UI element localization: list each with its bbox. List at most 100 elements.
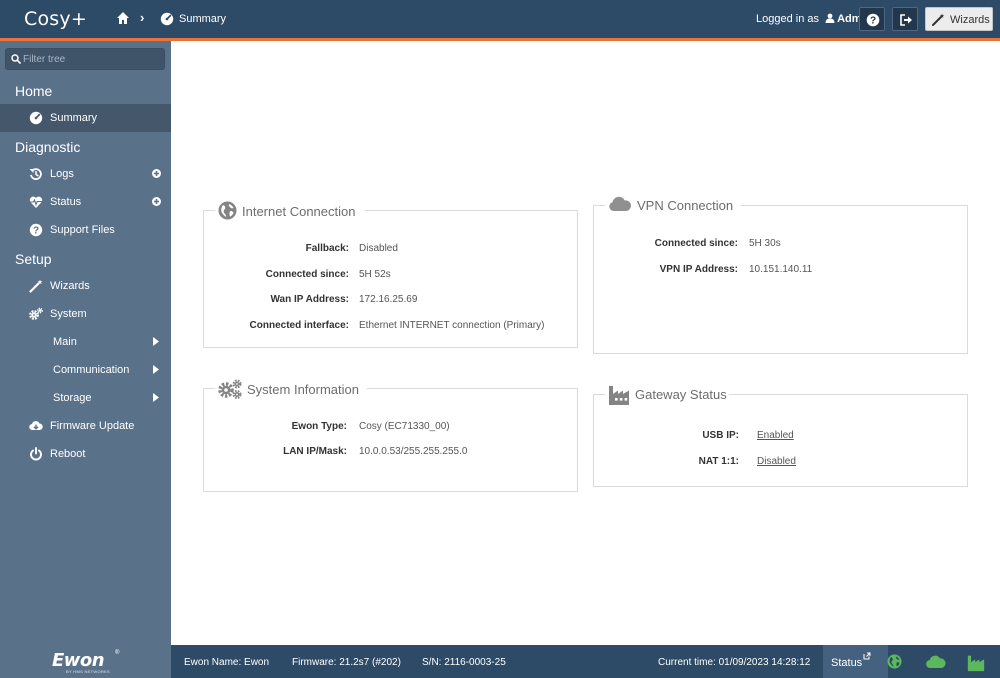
expand-plus-icon[interactable] xyxy=(152,197,161,206)
lan-ip-value: 10.0.0.53/255.255.255.0 xyxy=(359,446,468,457)
home-icon[interactable] xyxy=(116,11,130,25)
sidebar-item-summary-label: Summary xyxy=(50,112,98,124)
gateway-status-title: Gateway Status xyxy=(635,387,727,402)
sidebar-item-firmware-update-label: Firmware Update xyxy=(50,420,135,432)
wizards-button-label: Wizards xyxy=(950,14,990,26)
top-bar: Cosy+ › Summary Logged in as Adm ? Wizar… xyxy=(0,0,1000,38)
help-icon: ? xyxy=(866,13,880,27)
footer-status-label: Status xyxy=(831,657,863,669)
vpn-ip-key: VPN IP Address: xyxy=(659,264,738,275)
connected-interface-key: Connected interface: xyxy=(249,320,349,331)
usb-ip-link[interactable]: Enabled xyxy=(757,430,794,441)
fallback-key: Fallback: xyxy=(305,243,349,254)
sidebar-section-setup[interactable]: Setup xyxy=(0,245,171,273)
help-button[interactable]: ? xyxy=(859,7,885,31)
internet-connection-panel: Fallback: Disabled Connected since: 5H 5… xyxy=(203,210,578,348)
sidebar-item-status[interactable]: Status xyxy=(0,188,171,216)
ewon-type-key: Ewon Type: xyxy=(291,421,347,432)
vpn-ip-value: 10.151.140.11 xyxy=(749,264,813,275)
system-information-legend: System Information xyxy=(215,377,367,399)
ewon-logo-subtitle: BY HMS NETWORKS xyxy=(66,669,110,674)
sidebar-item-system[interactable]: System xyxy=(0,300,171,328)
status-footer: Ewon Name: Ewon Firmware: 21.2s7 (#202) … xyxy=(171,645,1000,678)
sidebar-subitem-storage-label: Storage xyxy=(53,392,92,404)
cloud-icon xyxy=(609,196,631,211)
connected-interface-value: Ethernet INTERNET connection (Primary) xyxy=(359,320,545,331)
ewon-type-value: Cosy (EC71330_00) xyxy=(359,421,450,432)
gauge-icon xyxy=(29,111,43,125)
breadcrumb-current[interactable]: Summary xyxy=(179,13,226,25)
sidebar-item-status-label: Status xyxy=(50,196,82,208)
filter-tree-input[interactable] xyxy=(23,51,161,67)
expand-plus-icon[interactable] xyxy=(152,169,161,178)
footer-current-time: Current time: 01/09/2023 14:28:12 xyxy=(658,657,811,668)
fallback-value: Disabled xyxy=(359,243,398,254)
caret-right-icon xyxy=(153,337,159,346)
wand-icon xyxy=(29,279,43,293)
gateway-status-panel: USB IP: Enabled NAT 1:1: Disabled xyxy=(593,394,968,487)
cloud-icon[interactable] xyxy=(926,654,946,669)
globe-icon[interactable] xyxy=(887,654,902,669)
logout-button[interactable] xyxy=(892,7,918,31)
sidebar: Home Summary Diagnostic Logs Status xyxy=(0,41,171,645)
footer-ewon-name: Ewon Name: Ewon xyxy=(184,657,270,668)
nat-key: NAT 1:1: xyxy=(698,456,739,467)
heartbeat-icon xyxy=(29,196,43,208)
question-circle-icon: ? xyxy=(29,223,43,237)
sidebar-item-reboot[interactable]: Reboot xyxy=(0,440,171,468)
internet-connection-title: Internet Connection xyxy=(242,204,356,219)
sidebar-section-diagnostic[interactable]: Diagnostic xyxy=(0,133,171,161)
system-information-title: System Information xyxy=(247,382,359,397)
sidebar-item-logs-label: Logs xyxy=(50,168,74,180)
cloud-download-icon xyxy=(29,421,43,431)
wizards-button[interactable]: Wizards xyxy=(925,7,993,31)
vpn-connection-panel: Connected since: 5H 30s VPN IP Address: … xyxy=(593,205,968,354)
sidebar-item-support-files[interactable]: ? Support Files xyxy=(0,216,171,244)
footer-firmware: Firmware: 21.2s7 (#202) xyxy=(292,657,401,668)
logged-in-user: Adm xyxy=(837,13,862,25)
caret-right-icon xyxy=(153,393,159,402)
wan-ip-value: 172.16.25.69 xyxy=(359,294,418,305)
connected-since-value: 5H 52s xyxy=(359,269,391,280)
vpn-connection-title: VPN Connection xyxy=(637,198,734,213)
gateway-status-legend: Gateway Status xyxy=(605,382,729,405)
wand-icon xyxy=(932,13,945,26)
filter-tree xyxy=(5,48,165,70)
caret-right-icon xyxy=(153,365,159,374)
sidebar-section-setup-label: Setup xyxy=(15,251,52,267)
sidebar-subitem-communication-label: Communication xyxy=(53,364,130,376)
lan-ip-key: LAN IP/Mask: xyxy=(283,446,347,457)
sidebar-subitem-communication[interactable]: Communication xyxy=(0,356,171,384)
gears-icon xyxy=(29,307,43,320)
app-title: Cosy+ xyxy=(24,8,87,30)
vpn-connected-since-key: Connected since: xyxy=(654,238,738,249)
vpn-connected-since-value: 5H 30s xyxy=(749,238,781,249)
sidebar-subitem-storage[interactable]: Storage xyxy=(0,384,171,412)
sidebar-section-home-label: Home xyxy=(15,83,53,99)
footer-status-button[interactable]: Status xyxy=(823,645,888,678)
sidebar-item-wizards-label: Wizards xyxy=(50,280,90,292)
svg-text:?: ? xyxy=(870,16,876,27)
svg-text:?: ? xyxy=(33,226,39,237)
globe-icon xyxy=(218,201,237,220)
gears-icon xyxy=(218,379,242,399)
sidebar-item-firmware-update[interactable]: Firmware Update xyxy=(0,412,171,440)
sidebar-item-reboot-label: Reboot xyxy=(50,448,86,460)
sidebar-section-home[interactable]: Home xyxy=(0,77,171,105)
factory-icon[interactable] xyxy=(967,654,985,672)
sidebar-item-wizards[interactable]: Wizards xyxy=(0,272,171,300)
power-icon xyxy=(30,447,42,461)
nat-link[interactable]: Disabled xyxy=(757,456,796,467)
ewon-logo: Ewon ® BY HMS NETWORKS xyxy=(0,645,171,678)
sidebar-subitem-main[interactable]: Main xyxy=(0,328,171,356)
gauge-icon xyxy=(160,12,174,26)
sidebar-item-logs[interactable]: Logs xyxy=(0,160,171,188)
breadcrumb-separator: › xyxy=(140,10,145,25)
footer-serial: S/N: 2116-0003-25 xyxy=(422,657,506,668)
sidebar-item-support-files-label: Support Files xyxy=(50,224,115,236)
sidebar-item-system-label: System xyxy=(50,308,87,320)
vpn-connection-legend: VPN Connection xyxy=(605,193,741,215)
user-icon xyxy=(825,13,835,23)
ewon-logo-text: Ewon xyxy=(52,650,105,671)
sidebar-item-summary[interactable]: Summary xyxy=(0,104,171,132)
